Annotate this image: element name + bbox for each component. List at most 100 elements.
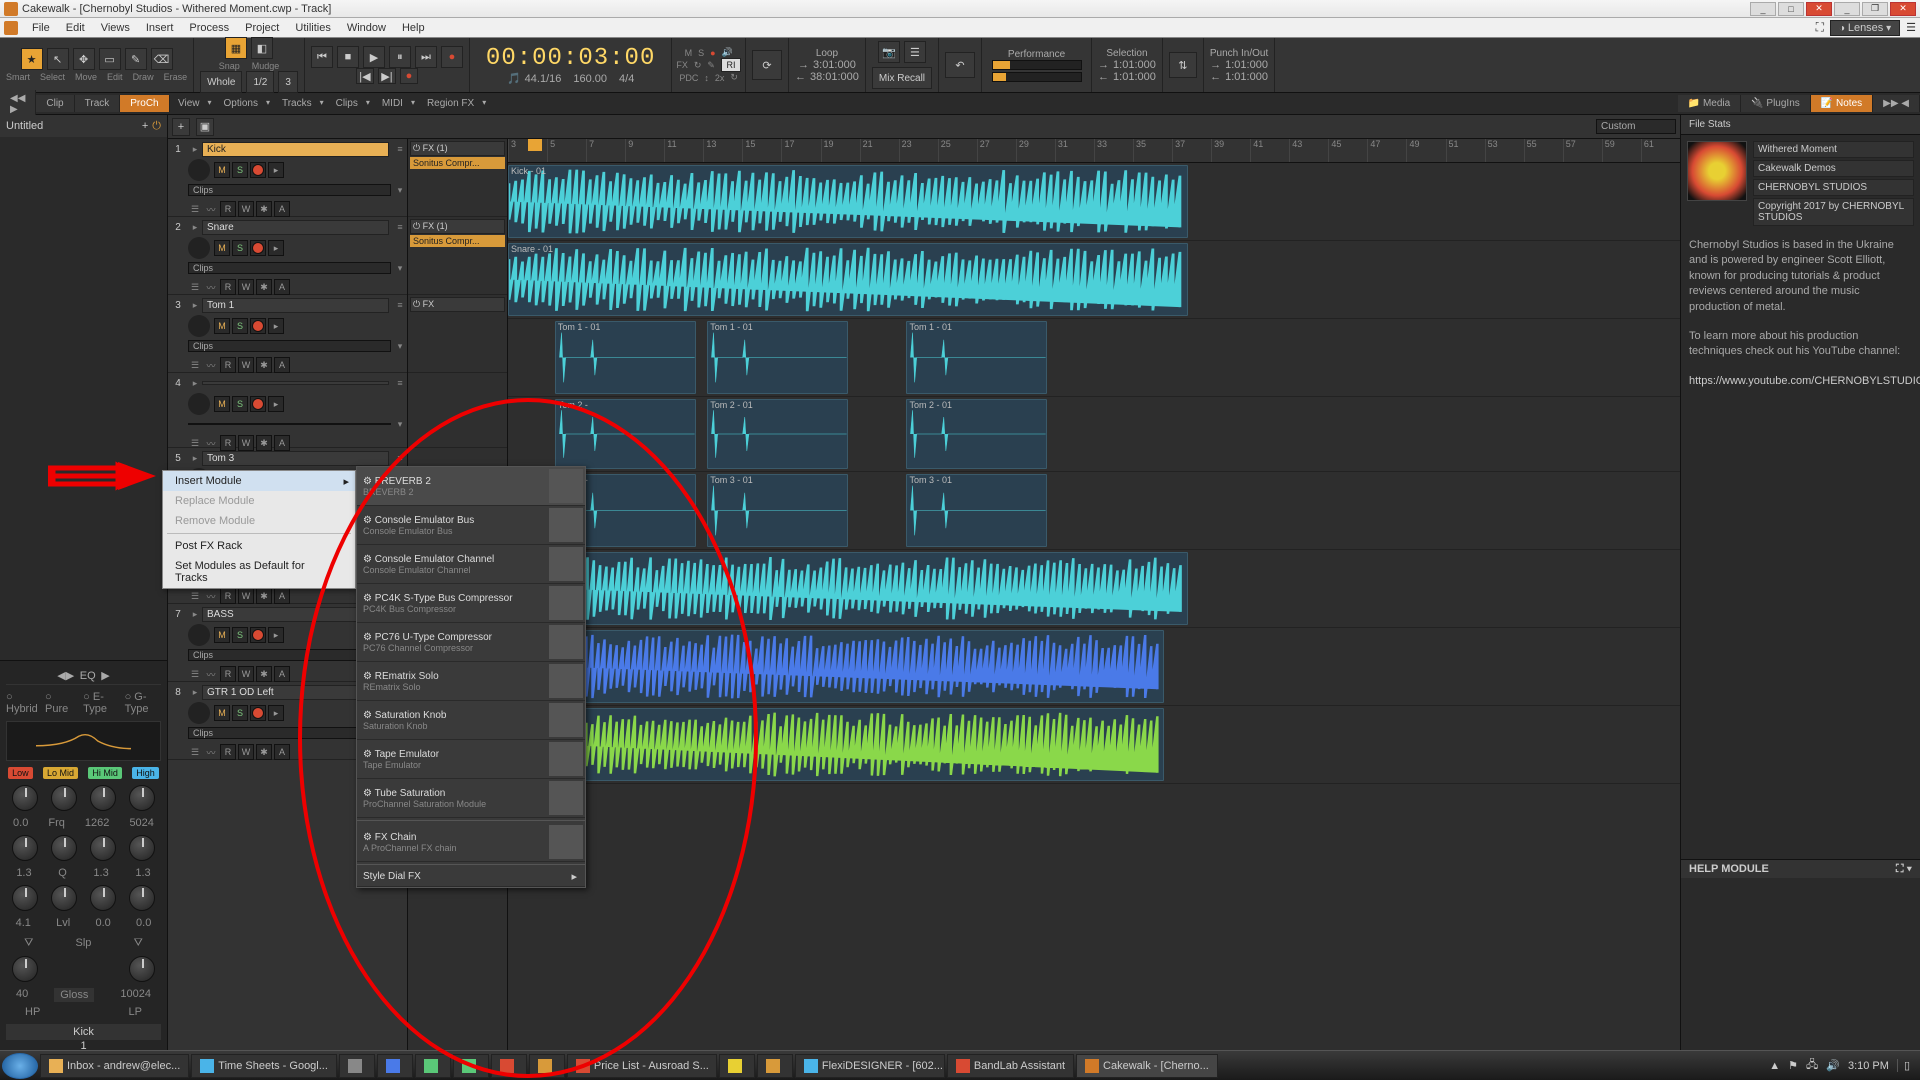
- app-menu-icon[interactable]: [4, 21, 18, 35]
- taskbar-item[interactable]: [377, 1054, 413, 1078]
- timecode-display[interactable]: 00:00:03:00: [476, 45, 665, 72]
- read-button[interactable]: R: [220, 435, 236, 451]
- audio-clip[interactable]: Snare - 01: [508, 243, 1188, 316]
- write-button[interactable]: W: [238, 357, 254, 373]
- notes-button[interactable]: ☰: [904, 41, 926, 63]
- timesig-value[interactable]: 4/4: [619, 73, 634, 85]
- fx-label[interactable]: ⏻ FX (1): [410, 219, 505, 234]
- track-expand[interactable]: ▸: [188, 378, 202, 389]
- solo-button[interactable]: S: [232, 705, 248, 721]
- track-expand[interactable]: ▸: [188, 609, 202, 620]
- rewind-button[interactable]: ⏮: [311, 46, 333, 68]
- read-button[interactable]: R: [220, 588, 236, 604]
- fx-cell[interactable]: ⏻ FX (1)Sonitus Compr...: [408, 139, 507, 217]
- audio-clip[interactable]: Tom 2 -: [555, 399, 696, 469]
- timeline-ruler[interactable]: 3579111315171921232527293133353739414345…: [508, 139, 1680, 163]
- metronome-icon[interactable]: 🎵: [507, 72, 521, 85]
- track-header-1[interactable]: 1▸Kick≡ MS▸ Clips▾ ☰〰RW✱A: [168, 139, 407, 217]
- taskbar-item[interactable]: [453, 1054, 489, 1078]
- ctx-replace-module[interactable]: Replace Module: [163, 491, 355, 511]
- track-icon[interactable]: [188, 315, 210, 337]
- module-item[interactable]: ⚙ PC4K S-Type Bus CompressorPC4K Bus Com…: [357, 584, 585, 623]
- loop-toggle[interactable]: ⟳: [752, 50, 782, 80]
- arm-button[interactable]: [250, 705, 266, 721]
- options-dropdown[interactable]: Options: [214, 95, 272, 112]
- menu-file[interactable]: File: [24, 20, 58, 36]
- track-lane[interactable]: Kick - 01: [508, 163, 1680, 241]
- freeze-button[interactable]: A: [274, 435, 290, 451]
- eq-knob-low-freq[interactable]: [12, 835, 38, 861]
- eq-knob-hp[interactable]: [12, 956, 38, 982]
- screenshot-button[interactable]: 📷: [878, 41, 900, 63]
- archive-button[interactable]: ✱: [256, 201, 272, 217]
- next-marker-button[interactable]: ▶|: [378, 68, 396, 84]
- eq-knob-lp[interactable]: [129, 956, 155, 982]
- arm-button[interactable]: [250, 240, 266, 256]
- audio-clip[interactable]: Tom 3 - 01: [707, 474, 848, 547]
- tab-clip[interactable]: Clip: [36, 95, 74, 112]
- track-icon[interactable]: [188, 624, 210, 646]
- eq-knob-high-freq[interactable]: [129, 835, 155, 861]
- track-expand[interactable]: ▸: [188, 687, 202, 698]
- freeze-button[interactable]: A: [274, 666, 290, 682]
- taskbar-item[interactable]: Time Sheets - Googl...: [191, 1054, 337, 1078]
- archive-button[interactable]: ✱: [256, 435, 272, 451]
- control-mode-dropdown[interactable]: Custom: [1596, 119, 1676, 134]
- module-item[interactable]: ⚙ Console Emulator ChannelConsole Emulat…: [357, 545, 585, 584]
- taskbar-item[interactable]: BandLab Assistant: [947, 1054, 1074, 1078]
- arm-button[interactable]: [250, 396, 266, 412]
- archive-button[interactable]: ✱: [256, 279, 272, 295]
- snap-toggle[interactable]: ▦: [225, 37, 247, 59]
- eq-knob-high-q[interactable]: [129, 885, 155, 911]
- bus-power-button[interactable]: ⏻: [152, 120, 161, 133]
- taskbar-item[interactable]: [415, 1054, 451, 1078]
- module-item[interactable]: ⚙ Saturation KnobSaturation Knob: [357, 701, 585, 740]
- minimize-button[interactable]: _: [1750, 2, 1776, 16]
- mute-button[interactable]: M: [214, 396, 230, 412]
- menu-views[interactable]: Views: [93, 20, 138, 36]
- move-tool[interactable]: ✥: [73, 48, 95, 70]
- eq-collapse[interactable]: ◀▶: [57, 670, 74, 682]
- eq-knob-hmid-freq[interactable]: [90, 835, 116, 861]
- write-button[interactable]: W: [238, 744, 254, 760]
- freeze-button[interactable]: A: [274, 744, 290, 760]
- write-button[interactable]: W: [238, 588, 254, 604]
- mute-button[interactable]: M: [214, 162, 230, 178]
- track-lane[interactable]: Tom 1 - 01Tom 1 - 01Tom 1 - 01: [508, 319, 1680, 397]
- input-echo-button[interactable]: ▸: [268, 705, 284, 721]
- track-menu[interactable]: ≡: [393, 144, 407, 154]
- taskbar-item[interactable]: Inbox - andrew@elec...: [40, 1054, 189, 1078]
- track-header-4[interactable]: 4▸≡ MS▸ ▾ ☰〰RW✱A: [168, 373, 407, 448]
- arm-button[interactable]: [250, 627, 266, 643]
- input-echo-button[interactable]: ▸: [268, 162, 284, 178]
- tab-proch[interactable]: ProCh: [120, 95, 169, 112]
- pause-button[interactable]: ⏸: [389, 46, 411, 68]
- view-dropdown[interactable]: View: [168, 95, 214, 112]
- ri-button[interactable]: RI: [721, 58, 741, 72]
- write-button[interactable]: W: [238, 666, 254, 682]
- audio-clip[interactable]: - 01: [555, 552, 1188, 625]
- archive-button[interactable]: ✱: [256, 744, 272, 760]
- read-button[interactable]: R: [220, 201, 236, 217]
- fx-chain-slot[interactable]: Sonitus Compr...: [410, 157, 505, 169]
- play-button[interactable]: ▶: [363, 46, 385, 68]
- mute-button[interactable]: M: [214, 240, 230, 256]
- menu-project[interactable]: Project: [237, 20, 287, 36]
- clip-area[interactable]: 3579111315171921232527293133353739414345…: [508, 139, 1680, 1058]
- automation-toggle[interactable]: ☰: [188, 282, 202, 293]
- track-name-input[interactable]: Kick: [202, 142, 389, 157]
- tempo-value[interactable]: 160.00: [573, 73, 607, 85]
- fx-cell[interactable]: [408, 373, 507, 448]
- read-button[interactable]: R: [220, 279, 236, 295]
- menu-utilities[interactable]: Utilities: [287, 20, 338, 36]
- arm-button[interactable]: [250, 318, 266, 334]
- erase-tool[interactable]: ⌫: [151, 48, 173, 70]
- arm-button[interactable]: [250, 162, 266, 178]
- read-button[interactable]: R: [220, 744, 236, 760]
- mudge-toggle[interactable]: ◧: [251, 37, 273, 59]
- clips-dropdown[interactable]: Clips: [188, 340, 391, 352]
- module-item[interactable]: ⚙ FX ChainA ProChannel FX chain: [357, 823, 585, 862]
- audio-clip[interactable]: Tom 1 - 01: [906, 321, 1047, 394]
- audio-clip[interactable]: Tom 2 - 01: [906, 399, 1047, 469]
- right-collapse[interactable]: ▶▶ ◀: [1873, 95, 1920, 112]
